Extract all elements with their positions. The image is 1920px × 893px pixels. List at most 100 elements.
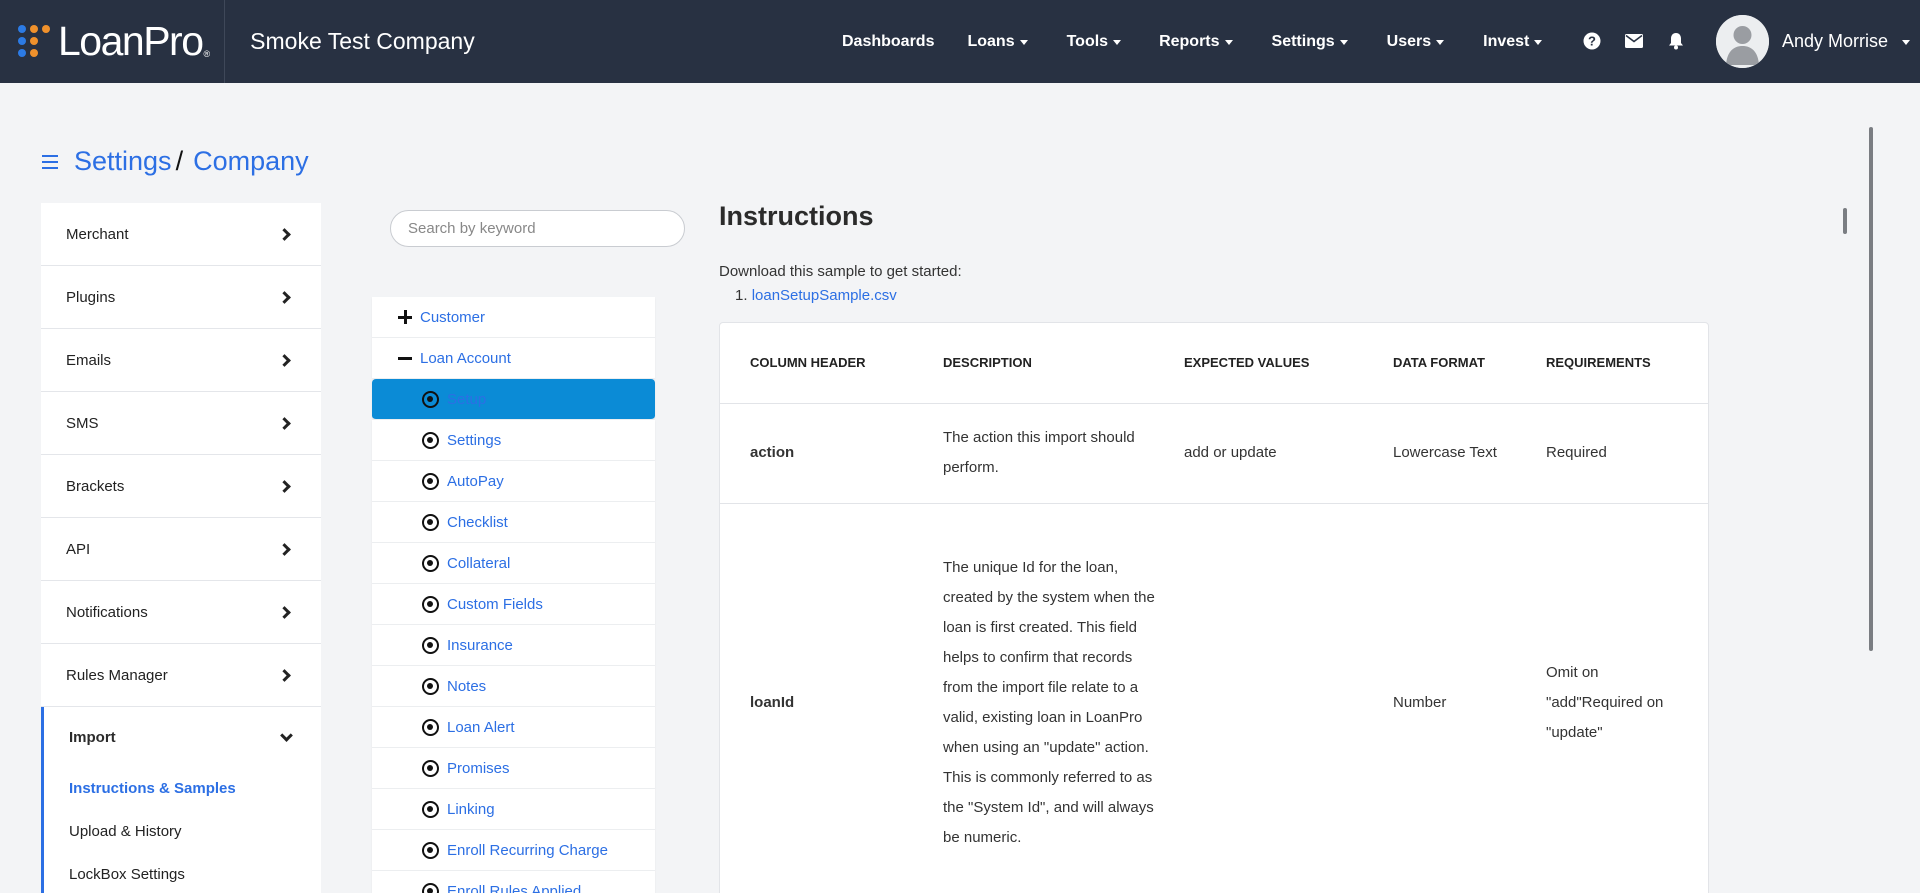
nav-dashboards[interactable]: Dashboards — [842, 33, 934, 51]
tree-label: Custom Fields — [447, 595, 543, 613]
mail-icon[interactable] — [1624, 31, 1644, 51]
tree-item-collateral[interactable]: Collateral — [372, 543, 655, 584]
radio-icon — [422, 718, 439, 736]
cell-requirements: Omit on "add"Required on "update" — [1546, 503, 1708, 893]
side-submenu-upload-history[interactable]: Upload & History — [44, 810, 321, 853]
side-menu-plugins[interactable]: Plugins — [41, 266, 321, 329]
table-header-row: COLUMN HEADER DESCRIPTION EXPECTED VALUE… — [720, 323, 1708, 404]
caret-down-icon — [1902, 40, 1911, 45]
side-menu-notifications[interactable]: Notifications — [41, 581, 321, 644]
tree-label: Settings — [447, 431, 502, 449]
content-scrollbar-thumb[interactable] — [1843, 208, 1847, 234]
radio-icon — [422, 513, 439, 531]
tree-item-autopay[interactable]: AutoPay — [372, 461, 655, 502]
side-menu-label: Merchant — [66, 225, 129, 243]
help-icon[interactable]: ? — [1582, 31, 1602, 51]
list-number: 1. — [735, 287, 752, 304]
cell-format: Lowercase Text — [1393, 403, 1546, 504]
chevron-right-icon — [278, 353, 291, 367]
tree-label: Collateral — [447, 554, 511, 572]
bell-icon[interactable] — [1666, 31, 1686, 51]
chevron-right-icon — [278, 542, 291, 556]
cell-format: Number — [1393, 503, 1546, 893]
chevron-right-icon — [278, 668, 291, 682]
nav-icon-group: ? — [1582, 31, 1708, 51]
cell-column: loanId — [720, 503, 943, 893]
tree-item-linking[interactable]: Linking — [372, 789, 655, 830]
side-menu-import[interactable]: Import — [44, 707, 321, 767]
radio-icon — [422, 431, 439, 449]
side-menu-rules-manager[interactable]: Rules Manager — [41, 644, 321, 707]
tree-item-settings[interactable]: Settings — [372, 420, 655, 461]
tree-item-setup[interactable]: Setup — [372, 379, 655, 420]
side-menu-sms[interactable]: SMS — [41, 392, 321, 455]
tree-item-promises[interactable]: Promises — [372, 748, 655, 789]
breadcrumb-company[interactable]: Company — [193, 146, 309, 177]
caret-down-icon — [1224, 40, 1233, 45]
tree-label: Loan Account — [420, 349, 511, 367]
search-input[interactable] — [390, 210, 685, 247]
nav-label: Reports — [1159, 32, 1220, 50]
loanpro-logo[interactable]: LoanPro ® — [18, 0, 210, 83]
side-submenu-lockbox-settings[interactable]: LockBox Settings — [44, 853, 321, 893]
navbar-divider — [224, 0, 226, 83]
chevron-right-icon — [278, 605, 291, 619]
import-type-tree: Customer Loan Account Setup Settings Aut… — [372, 297, 655, 893]
tree-item-enroll-recurring-charge[interactable]: Enroll Recurring Charge — [372, 830, 655, 871]
nav-users[interactable]: Users — [1386, 32, 1445, 51]
nav-tools[interactable]: Tools — [1067, 33, 1122, 51]
tree-item-custom-fields[interactable]: Custom Fields — [372, 584, 655, 625]
caret-down-icon — [1339, 40, 1348, 45]
radio-icon — [422, 841, 439, 859]
tree-label: Checklist — [447, 513, 508, 531]
tree-label: Linking — [447, 800, 495, 818]
breadcrumb-settings[interactable]: Settings — [74, 146, 172, 177]
chevron-right-icon — [278, 416, 291, 430]
tree-item-loan-account[interactable]: Loan Account — [372, 338, 655, 379]
tree-item-insurance[interactable]: Insurance — [372, 625, 655, 666]
column-header-th: COLUMN HEADER — [720, 323, 943, 404]
tree-label: Customer — [420, 308, 486, 326]
chevron-right-icon — [278, 290, 291, 304]
nav-settings[interactable]: Settings — [1272, 33, 1348, 51]
page-scrollbar-thumb[interactable] — [1869, 127, 1873, 651]
side-menu-merchant[interactable]: Merchant — [41, 203, 321, 266]
nav-invest[interactable]: Invest — [1483, 33, 1543, 51]
side-menu-label: Import — [69, 728, 116, 746]
side-menu-label: Plugins — [66, 288, 116, 306]
nav-loans[interactable]: Loans — [967, 33, 1028, 51]
sample-file-link[interactable]: loanSetupSample.csv — [752, 287, 897, 304]
tree-label: Notes — [447, 677, 487, 695]
tree-item-checklist[interactable]: Checklist — [372, 502, 655, 543]
tree-item-loan-alert[interactable]: Loan Alert — [372, 707, 655, 748]
caret-down-icon — [1019, 40, 1028, 45]
chevron-right-icon — [278, 227, 291, 241]
tree-item-enroll-rules-applied[interactable]: Enroll Rules Applied — [372, 871, 655, 893]
tree-label: Enroll Rules Applied — [447, 882, 582, 893]
side-menu-emails[interactable]: Emails — [41, 329, 321, 392]
nav-reports[interactable]: Reports — [1159, 32, 1233, 51]
requirements-th: REQUIREMENTS — [1546, 323, 1708, 404]
hamburger-menu-icon[interactable] — [42, 154, 58, 169]
breadcrumb: Settings / Company — [42, 146, 309, 177]
nav-label: Settings — [1271, 32, 1335, 50]
settings-side-menu: Merchant Plugins Emails SMS Brackets API… — [41, 203, 321, 893]
user-menu[interactable]: Andy Morrise — [1716, 15, 1911, 68]
expand-plus-icon[interactable] — [398, 310, 412, 324]
tree-label: Enroll Recurring Charge — [447, 841, 608, 859]
side-menu-brackets[interactable]: Brackets — [41, 455, 321, 518]
nav-label: Users — [1386, 32, 1432, 50]
side-menu-label: Emails — [66, 351, 112, 369]
nav-label: Dashboards — [842, 32, 935, 50]
top-navbar: LoanPro ® Smoke Test Company Dashboards … — [0, 0, 1920, 83]
tree-label: Promises — [447, 759, 510, 777]
main-nav: Dashboards Loans Tools Reports Settings … — [842, 0, 1543, 83]
tree-item-notes[interactable]: Notes — [372, 666, 655, 707]
download-instruction-text: Download this sample to get started: — [719, 263, 962, 280]
breadcrumb-separator: / — [175, 146, 184, 176]
collapse-minus-icon[interactable] — [398, 351, 412, 365]
tree-item-customer[interactable]: Customer — [372, 297, 655, 338]
side-menu-import-group: Import Instructions & Samples Upload & H… — [41, 707, 321, 893]
side-menu-api[interactable]: API — [41, 518, 321, 581]
side-submenu-instructions-samples[interactable]: Instructions & Samples — [44, 767, 321, 810]
